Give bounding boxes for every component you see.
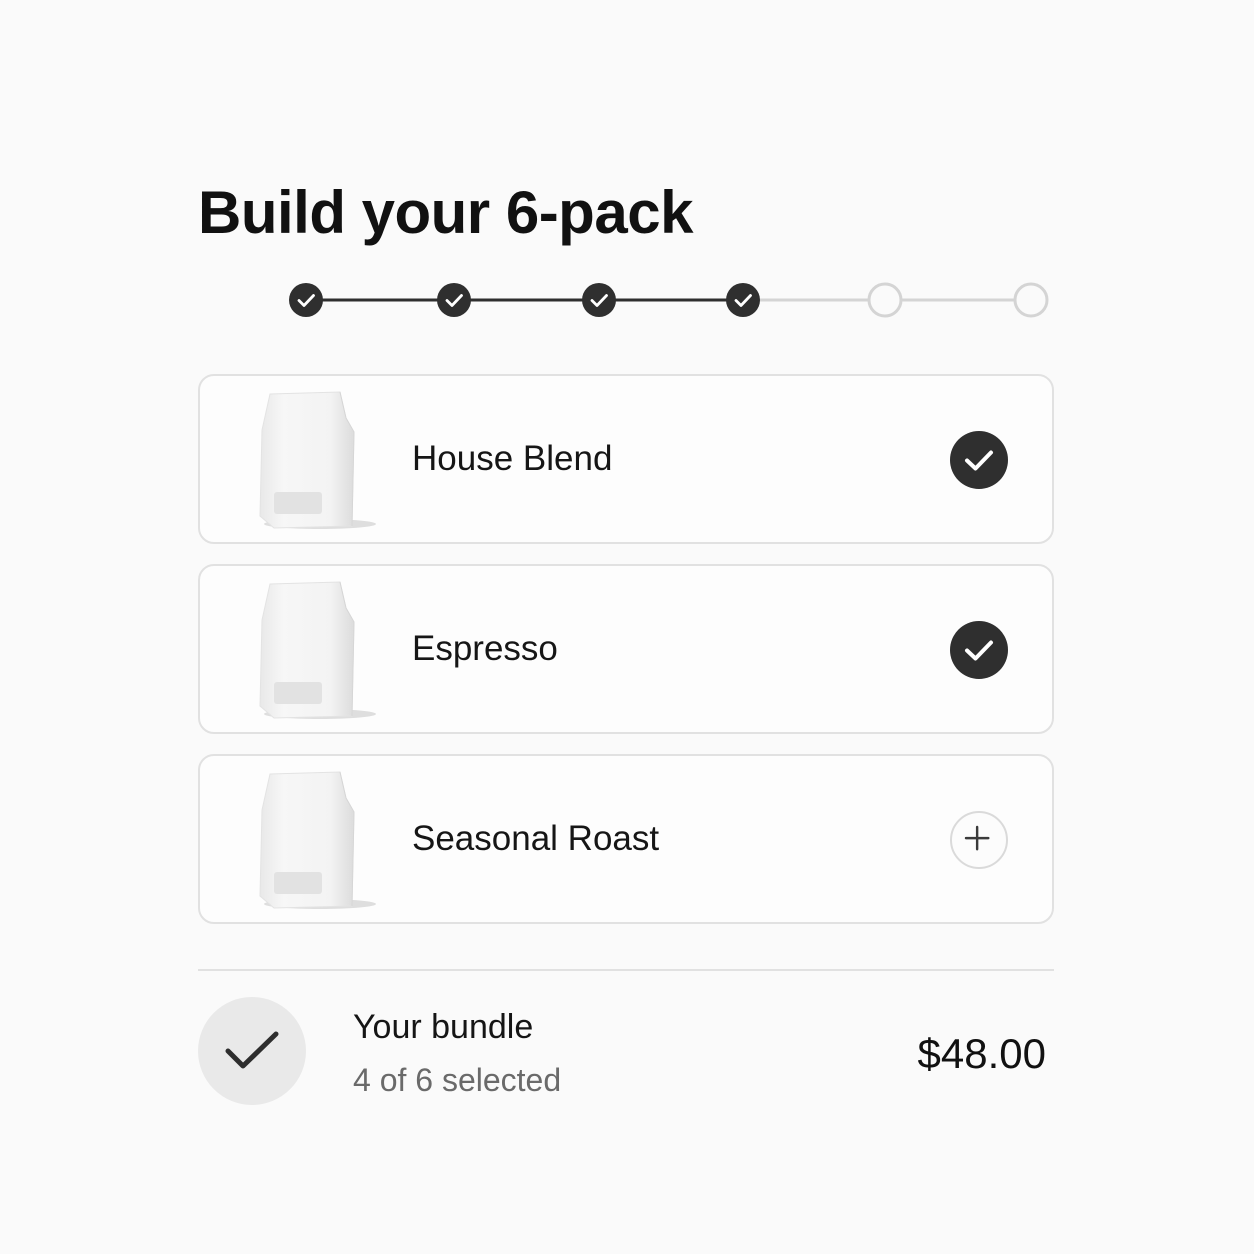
add-seasonal-roast-button[interactable]	[950, 811, 1008, 869]
step-complete-indicator	[726, 283, 760, 317]
bundle-selection-count: 4 of 6 selected	[353, 1062, 562, 1098]
checkmark-icon	[965, 450, 993, 471]
bundle-status-badge	[198, 997, 306, 1105]
step-complete-indicator	[437, 283, 471, 317]
bundle-price: $48.00	[917, 1030, 1046, 1077]
bundle-builder: Build your 6-pack House Blend Espresso S…	[198, 0, 1054, 1254]
coffee-bag-icon	[254, 768, 378, 912]
checkmark-icon	[965, 640, 993, 661]
page-title: Build your 6-pack	[198, 179, 693, 246]
product-list: House Blend Espresso Seasonal Roast	[198, 374, 1054, 944]
progress-stepper-graphic	[289, 282, 1049, 318]
progress-stepper	[286, 280, 1052, 320]
product-card-seasonal-roast[interactable]: Seasonal Roast	[198, 754, 1054, 924]
checkmark-icon	[225, 1031, 279, 1069]
product-name: House Blend	[412, 439, 613, 478]
step-complete-indicator	[289, 283, 323, 317]
deselect-house-blend-button[interactable]	[950, 431, 1008, 489]
step-incomplete-indicator	[867, 282, 903, 318]
step-complete-indicator	[582, 283, 616, 317]
bundle-title: Your bundle	[353, 1008, 534, 1046]
coffee-bag-icon	[254, 388, 378, 532]
coffee-bag-icon	[254, 578, 378, 722]
product-card-espresso[interactable]: Espresso	[198, 564, 1054, 734]
product-name: Seasonal Roast	[412, 819, 660, 858]
plus-icon	[964, 825, 990, 851]
step-incomplete-indicator	[1013, 282, 1049, 318]
footer-divider	[198, 969, 1054, 971]
product-name: Espresso	[412, 629, 558, 668]
product-card-house-blend[interactable]: House Blend	[198, 374, 1054, 544]
deselect-espresso-button[interactable]	[950, 621, 1008, 679]
